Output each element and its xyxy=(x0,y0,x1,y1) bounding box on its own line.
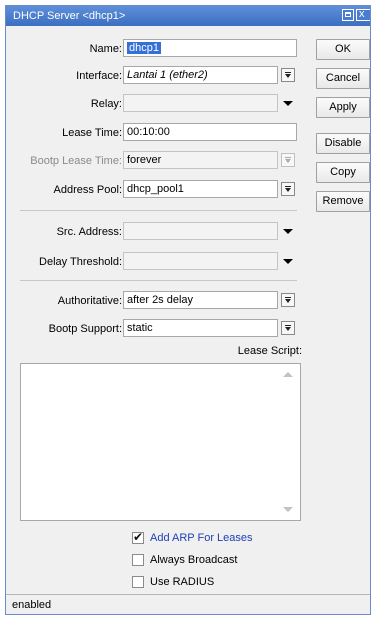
always-broadcast-checkbox[interactable] xyxy=(132,554,144,566)
bootp-lease-time-row: Bootp Lease Time: xyxy=(6,151,122,171)
dhcp-server-window: DHCP Server <dhcp1> Name: dhcp1 Interfac… xyxy=(5,5,371,615)
relay-arrow-icon[interactable] xyxy=(283,101,293,106)
lease-time-value: 00:10:00 xyxy=(127,126,170,138)
interface-row: Interface: xyxy=(6,66,122,86)
delay-threshold-label: Delay Threshold: xyxy=(39,256,122,268)
address-pool-select[interactable]: dhcp_pool1 xyxy=(123,180,278,198)
status-text: enabled xyxy=(12,599,52,611)
bootp-support-select[interactable]: static xyxy=(123,319,278,337)
bootp-lease-time-value: forever xyxy=(127,154,162,166)
src-address-row: Src. Address: xyxy=(6,222,122,242)
bootp-support-label: Bootp Support: xyxy=(48,323,122,335)
name-value: dhcp1 xyxy=(127,42,161,54)
copy-button[interactable]: Copy xyxy=(316,162,370,183)
cancel-button[interactable]: Cancel xyxy=(316,68,370,89)
lease-script-label: Lease Script: xyxy=(237,345,302,357)
remove-button[interactable]: Remove xyxy=(316,191,370,212)
address-pool-value: dhcp_pool1 xyxy=(127,183,184,195)
maximize-icon[interactable] xyxy=(342,9,354,21)
scroll-up-icon[interactable] xyxy=(283,372,293,377)
name-field[interactable]: dhcp1 xyxy=(123,39,297,57)
authoritative-dropdown-icon[interactable] xyxy=(281,293,295,307)
address-pool-label: Address Pool: xyxy=(53,184,122,196)
status-bar: enabled xyxy=(6,594,370,614)
bootp-lease-time-label: Bootp Lease Time: xyxy=(30,155,122,167)
window-title: DHCP Server <dhcp1> xyxy=(13,10,126,22)
relay-label: Relay: xyxy=(90,98,122,110)
scroll-down-icon[interactable] xyxy=(283,507,293,512)
authoritative-row: Authoritative: xyxy=(6,291,122,311)
delay-threshold-field[interactable] xyxy=(123,252,278,270)
address-pool-row: Address Pool: xyxy=(6,180,122,200)
add-arp-checkbox[interactable] xyxy=(132,530,144,544)
bootp-lease-time-dropdown-icon[interactable] xyxy=(281,153,295,167)
interface-label: Interface: xyxy=(76,70,122,82)
lease-script-textarea[interactable] xyxy=(20,363,301,521)
use-radius-label: Use RADIUS xyxy=(150,576,215,588)
interface-value: Lantai 1 (ether2) xyxy=(127,69,208,81)
src-address-arrow-icon[interactable] xyxy=(283,229,293,234)
separator xyxy=(20,210,297,211)
bootp-support-dropdown-icon[interactable] xyxy=(281,321,295,335)
apply-button[interactable]: Apply xyxy=(316,97,370,118)
delay-threshold-arrow-icon[interactable] xyxy=(283,259,293,264)
relay-row: Relay: xyxy=(6,94,122,114)
separator xyxy=(20,280,297,281)
interface-select[interactable]: Lantai 1 (ether2) xyxy=(123,66,278,84)
ok-button[interactable]: OK xyxy=(316,39,370,60)
lease-time-label: Lease Time: xyxy=(62,127,122,139)
bootp-support-row: Bootp Support: xyxy=(6,319,122,339)
disable-button[interactable]: Disable xyxy=(316,133,370,154)
name-label: Name: xyxy=(89,43,122,55)
authoritative-select[interactable]: after 2s delay xyxy=(123,291,278,309)
interface-dropdown-icon[interactable] xyxy=(281,68,295,82)
lease-time-row: Lease Time: xyxy=(6,123,122,143)
delay-threshold-row: Delay Threshold: xyxy=(6,252,122,272)
address-pool-dropdown-icon[interactable] xyxy=(281,182,295,196)
name-row: Name: xyxy=(6,39,122,59)
use-radius-checkbox[interactable] xyxy=(132,576,144,588)
title-bar[interactable]: DHCP Server <dhcp1> xyxy=(6,6,370,26)
always-broadcast-label: Always Broadcast xyxy=(150,554,238,566)
src-address-field[interactable] xyxy=(123,222,278,240)
relay-field[interactable] xyxy=(123,94,278,112)
lease-time-field[interactable]: 00:10:00 xyxy=(123,123,297,141)
close-icon[interactable] xyxy=(356,8,370,21)
authoritative-label: Authoritative: xyxy=(57,295,122,307)
add-arp-label: Add ARP For Leases xyxy=(150,532,253,544)
src-address-label: Src. Address: xyxy=(56,226,122,238)
authoritative-value: after 2s delay xyxy=(127,294,194,306)
bootp-support-value: static xyxy=(127,322,153,334)
bootp-lease-time-select[interactable]: forever xyxy=(123,151,278,169)
